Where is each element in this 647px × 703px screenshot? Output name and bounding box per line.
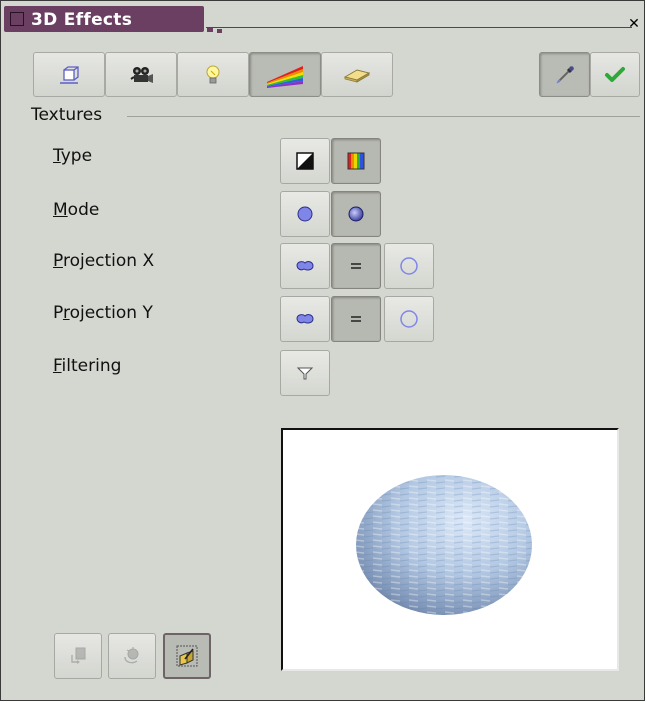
mode-only-texture-button[interactable] xyxy=(280,191,330,237)
geometry-tab-button[interactable] xyxy=(33,52,105,97)
title-separator xyxy=(206,27,632,28)
title-bar[interactable]: 3D Effects ✕ xyxy=(1,1,644,35)
assign-pipette-button[interactable] xyxy=(539,52,590,97)
type-color-button[interactable] xyxy=(331,138,381,184)
close-icon[interactable]: ✕ xyxy=(627,17,641,32)
illumination-tab-button[interactable] xyxy=(177,52,249,97)
filter-funnel-icon xyxy=(296,367,314,380)
pipette-icon xyxy=(555,65,574,84)
type-label: Type xyxy=(53,146,93,166)
title-decoration xyxy=(217,29,222,33)
texture-preview xyxy=(281,428,619,671)
projection-y-circular-button[interactable] xyxy=(384,296,434,342)
rainbow-texture-icon xyxy=(267,65,303,88)
color-spectrum-icon xyxy=(347,152,365,170)
filtering-button[interactable] xyxy=(280,350,330,396)
geometry-cube-icon xyxy=(60,65,79,84)
lathe-object-icon xyxy=(124,647,139,664)
material-bar-icon xyxy=(343,68,371,83)
black-white-icon xyxy=(296,152,314,170)
projection-x-object-button[interactable] xyxy=(280,243,330,289)
title-decoration xyxy=(196,23,203,30)
mode-texture-shading-button[interactable] xyxy=(331,191,381,237)
title-decoration xyxy=(171,15,181,25)
textures-tab-button[interactable] xyxy=(249,52,321,97)
projection-y-parallel-button[interactable] xyxy=(331,296,381,342)
projection-x-label: Projection X xyxy=(53,251,155,271)
convert-to-3d-button[interactable] xyxy=(54,633,102,679)
checkmark-icon xyxy=(605,66,625,82)
projection-y-label: Projection Y xyxy=(53,303,153,323)
projection-y-object-button[interactable] xyxy=(280,296,330,342)
section-separator xyxy=(127,116,640,117)
circular-icon xyxy=(400,257,418,275)
3d-effects-dialog: 3D Effects ✕ Textures Type Mode Projecti… xyxy=(0,0,645,701)
convert-to-lathe-button[interactable] xyxy=(108,633,156,679)
convert-3d-icon xyxy=(71,647,86,664)
textured-sphere-preview xyxy=(356,475,532,615)
mode-label: Mode xyxy=(53,200,100,220)
material-tab-button[interactable] xyxy=(321,52,393,97)
perspective-button[interactable] xyxy=(163,633,211,679)
perspective-icon xyxy=(176,645,198,667)
object-specific-icon xyxy=(296,314,314,324)
shading-tab-button[interactable] xyxy=(105,52,177,97)
type-black-white-button[interactable] xyxy=(280,138,330,184)
parallel-icon xyxy=(351,316,361,322)
camera-icon xyxy=(130,66,153,83)
window-menu-icon[interactable] xyxy=(10,12,24,26)
title-decoration xyxy=(184,20,192,28)
object-specific-icon xyxy=(296,261,314,271)
projection-x-parallel-button[interactable] xyxy=(331,243,381,289)
circular-icon xyxy=(400,310,418,328)
projection-x-circular-button[interactable] xyxy=(384,243,434,289)
apply-button[interactable] xyxy=(590,52,640,97)
filtering-label: Filtering xyxy=(53,356,122,376)
parallel-icon xyxy=(351,263,361,269)
window-title: 3D Effects xyxy=(31,10,133,30)
textures-section-title: Textures xyxy=(31,105,103,125)
shaded-sphere-icon xyxy=(348,206,364,222)
lightbulb-icon xyxy=(206,65,220,83)
flat-circle-icon xyxy=(297,206,313,222)
